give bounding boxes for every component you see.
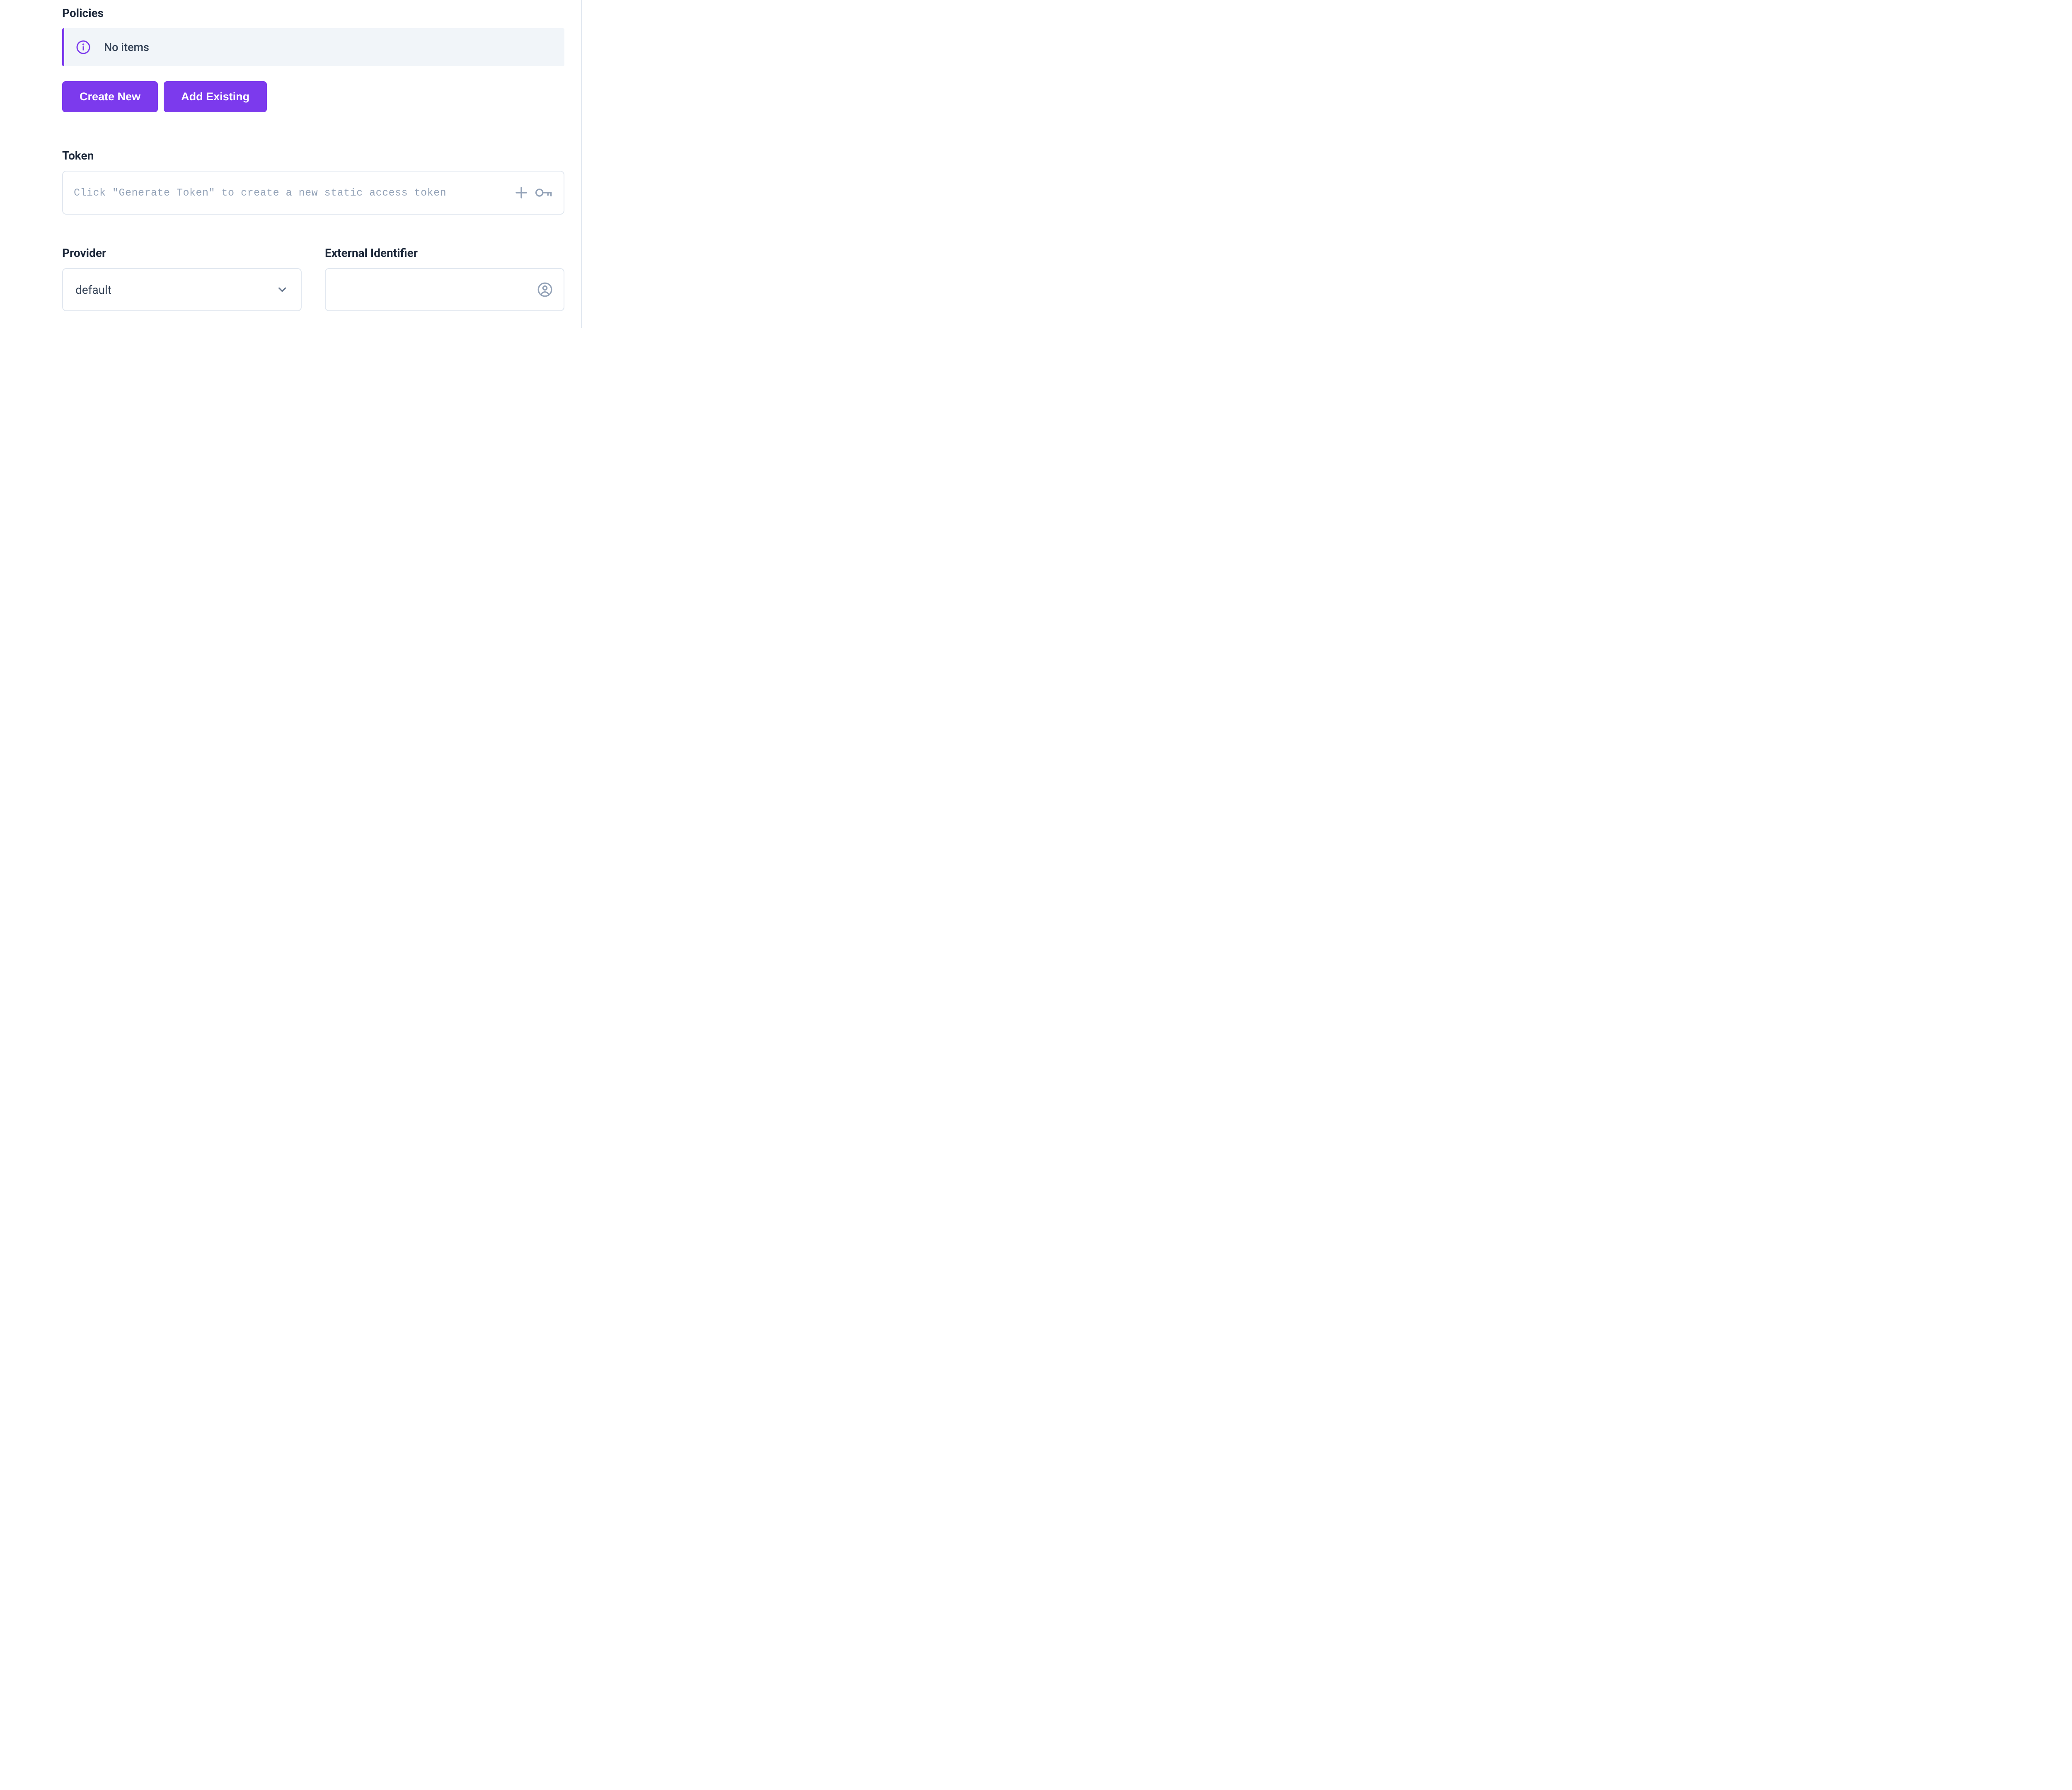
info-icon [76,40,91,55]
provider-extid-row: Provider default External Identifier [62,246,564,311]
create-new-button[interactable]: Create New [62,81,158,112]
plus-icon [514,185,529,200]
add-existing-button[interactable]: Add Existing [164,81,267,112]
right-divider [581,0,582,328]
provider-selected-value: default [75,283,276,297]
token-input[interactable] [74,187,514,199]
info-banner-text: No items [104,41,149,54]
provider-heading: Provider [62,246,302,260]
generate-token-button[interactable] [514,185,553,200]
token-heading: Token [62,149,564,162]
person-icon [537,282,553,298]
external-identifier-column: External Identifier [325,246,564,311]
key-icon [535,185,553,200]
external-identifier-input-container [325,268,564,311]
provider-select[interactable]: default [62,268,302,311]
policies-info-banner: No items [62,28,564,66]
external-identifier-heading: External Identifier [325,246,564,260]
provider-column: Provider default [62,246,302,311]
chevron-down-icon [276,283,288,296]
policies-heading: Policies [62,6,564,20]
token-input-container [62,171,564,215]
external-identifier-input[interactable] [336,283,537,296]
policies-button-row: Create New Add Existing [62,81,564,112]
